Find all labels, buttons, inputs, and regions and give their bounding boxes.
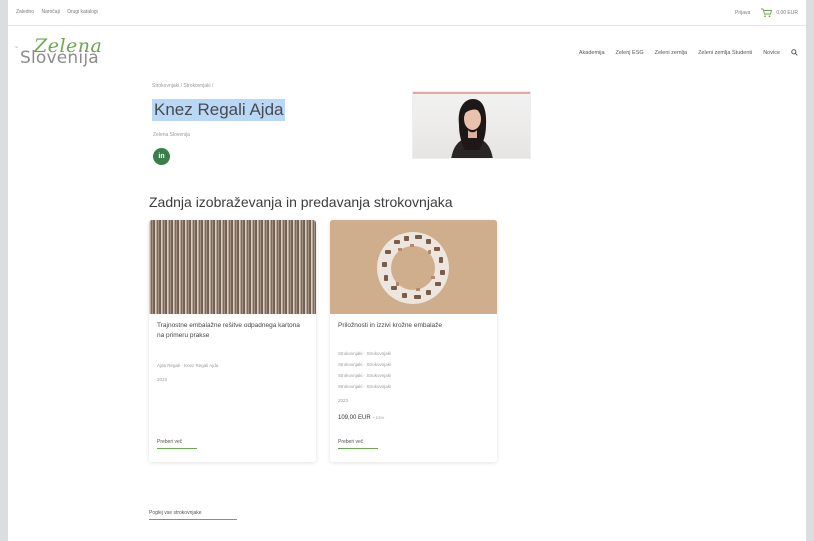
expert-photo xyxy=(412,91,531,159)
nav-item-zeleni-zemlja[interactable]: Zeleni zemlja xyxy=(655,50,687,56)
login-link[interactable]: Prijava xyxy=(735,10,750,16)
page-title: Knez Regali Ajda xyxy=(152,99,286,121)
photo-top-line xyxy=(413,92,530,94)
logo-mark: ™ xyxy=(14,45,18,50)
logo-word-slovenija: Slovenija xyxy=(20,48,99,68)
expert-subtitle: Zelena Slovenija xyxy=(153,132,190,138)
packaging-wreath-illustration xyxy=(330,220,497,314)
nav-item-akademija[interactable]: Akademija xyxy=(579,50,605,56)
cart-button[interactable]: 0,00 EUR xyxy=(760,8,798,18)
price-value: 109,00 EUR xyxy=(338,415,371,421)
price-note: + DDV xyxy=(372,415,385,420)
top-link-1[interactable]: Zaledno xyxy=(16,9,34,15)
course-image-cardboard xyxy=(149,220,316,314)
course-authors-line3: Strokovnjaki · Strokovnjaki xyxy=(338,373,392,378)
nav-item-novice[interactable]: Novice xyxy=(763,50,780,56)
site-logo[interactable]: ™ Zelena Slovenija xyxy=(12,35,122,71)
portrait-image xyxy=(451,99,493,158)
browser-page: Zaledno Naročaji Drugi katalogi Prijava … xyxy=(8,0,806,541)
section-title: Zadnja izobraževanja in predavanja strok… xyxy=(149,194,453,210)
course-date: 2023 xyxy=(338,398,349,403)
course-authors-line1: Strokovnjaki · Strokovnjaki xyxy=(338,351,392,356)
top-bar: Zaledno Naročaji Drugi katalogi Prijava … xyxy=(8,0,806,26)
course-authors-line4: Strokovnjaki · Strokovnjaki xyxy=(338,384,392,389)
linkedin-icon[interactable]: in xyxy=(153,148,170,165)
corrugated-texture xyxy=(149,220,316,314)
all-experts-link[interactable]: Poglej vse strokovnjake xyxy=(149,510,237,520)
cart-total: 0,00 EUR xyxy=(776,10,798,16)
breadcrumb[interactable]: Strokovnjaki / Strokovnjaki / xyxy=(152,83,213,89)
read-more-link[interactable]: Preberi več xyxy=(338,439,378,449)
linkedin-label: in xyxy=(158,153,165,160)
course-card[interactable]: Priložnosti in izzivi krožne embalaže St… xyxy=(330,220,497,462)
course-card[interactable]: Trajnostne embalažne rešitve odpadnega k… xyxy=(149,220,316,462)
search-icon[interactable] xyxy=(791,49,798,56)
site-header: ™ Zelena Slovenija Akademija Zelenj ESG … xyxy=(8,27,806,75)
course-authors-line2: Strokovnjaki · Strokovnjaki xyxy=(338,362,392,367)
top-links: Zaledno Naročaji Drugi katalogi xyxy=(16,9,104,15)
course-title[interactable]: Priložnosti in izzivi krožne embalaže xyxy=(338,321,488,331)
top-link-2[interactable]: Naročaji xyxy=(41,9,59,15)
top-right: Prijava 0,00 EUR xyxy=(735,8,798,18)
course-date: 2023 xyxy=(157,377,168,382)
course-image-wreath xyxy=(330,220,497,314)
cart-icon xyxy=(760,8,773,18)
nav-item-studenti[interactable]: Zeleni zemlja Studenti xyxy=(698,50,752,56)
main-nav: Akademija Zelenj ESG Zeleni zemlja Zelen… xyxy=(579,49,798,56)
course-price: 109,00 EUR + DDV xyxy=(338,415,384,421)
read-more-link[interactable]: Preberi več xyxy=(157,439,197,449)
top-link-3[interactable]: Drugi katalogi xyxy=(67,9,98,15)
course-title[interactable]: Trajnostne embalažne rešitve odpadnega k… xyxy=(157,321,307,340)
course-authors: Ajda Regali · Knez Regali Ajda xyxy=(157,363,219,368)
nav-item-esg[interactable]: Zelenj ESG xyxy=(616,50,644,56)
